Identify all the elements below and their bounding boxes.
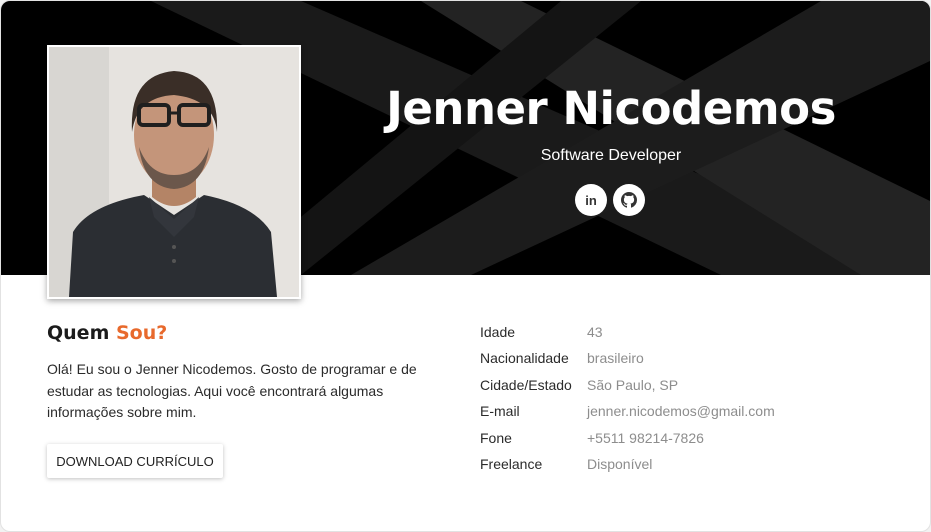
info-label: Freelance: [480, 455, 543, 472]
info-value: Disponível: [587, 455, 653, 472]
linkedin-button[interactable]: in: [575, 184, 607, 216]
info-label: Nacionalidade: [480, 350, 569, 367]
info-value: brasileiro: [587, 350, 644, 367]
info-value: +5511 98214-7826: [587, 429, 704, 446]
info-value: São Paulo, SP: [587, 376, 679, 393]
info-label: Cidade/Estado: [480, 376, 572, 393]
info-value: 43: [587, 324, 603, 340]
info-label: Fone: [480, 429, 512, 446]
github-icon: [621, 192, 637, 208]
info-label: E-mail: [480, 403, 520, 420]
linkedin-icon: in: [585, 192, 597, 208]
download-resume-button[interactable]: DOWNLOAD CURRÍCULO: [47, 444, 223, 478]
profile-role: Software Developer: [540, 147, 682, 164]
profile-card: Jenner Nicodemos Software Developer in Q…: [0, 0, 931, 532]
about-title: Quem Sou?: [47, 322, 167, 344]
info-value: jenner.nicodemos@gmail.com: [587, 403, 775, 420]
profile-name: Jenner Nicodemos: [386, 82, 836, 135]
info-label: Idade: [480, 324, 516, 340]
about-title-prefix: Quem: [47, 322, 110, 344]
github-button[interactable]: [613, 184, 645, 216]
about-title-highlight: Sou?: [116, 322, 168, 344]
about-description: Olá! Eu sou o Jenner Nicodemos. Gosto de…: [47, 361, 417, 420]
profile-photo: [47, 45, 301, 299]
